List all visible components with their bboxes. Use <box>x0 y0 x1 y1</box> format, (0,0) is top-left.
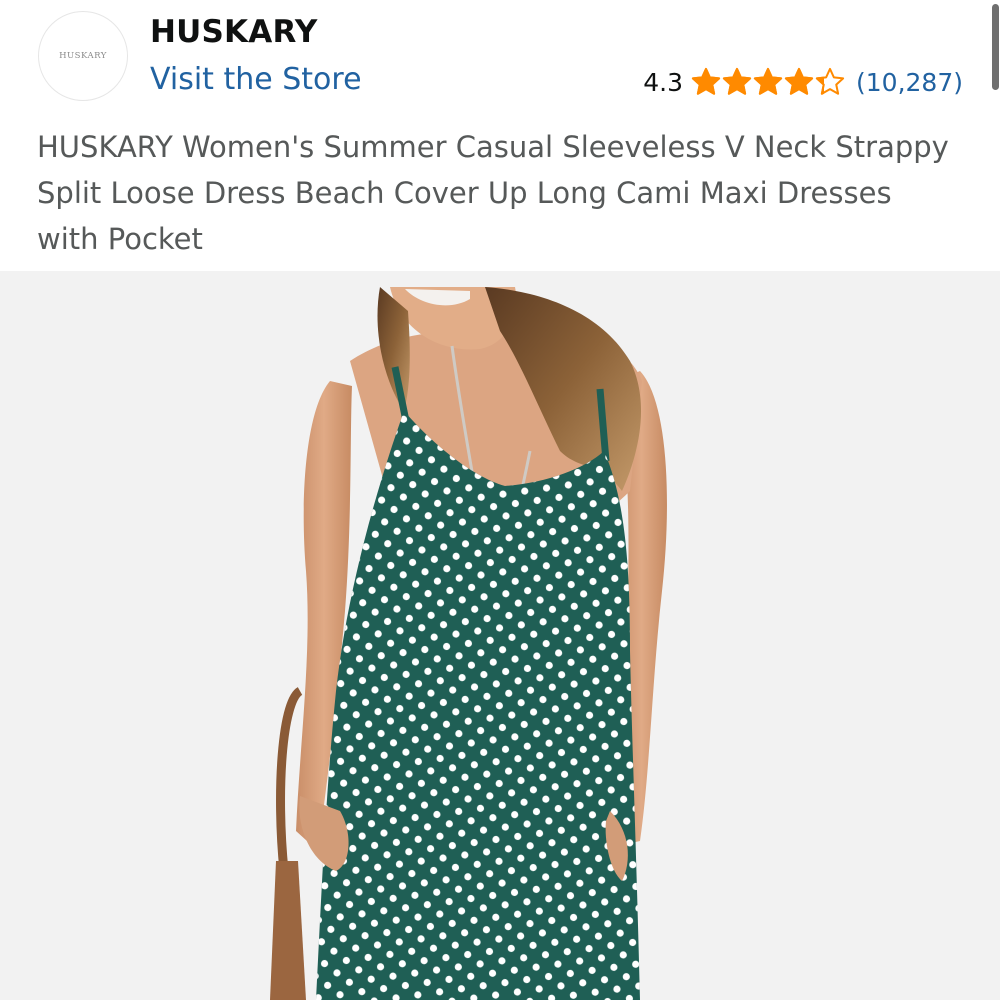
star-full-icon <box>784 67 814 95</box>
brand-name[interactable]: HUSKARY <box>150 14 317 50</box>
star-full-icon <box>722 67 752 95</box>
rating-summary[interactable]: 4.3 (10,287) <box>643 64 963 100</box>
visit-store-link[interactable]: Visit the Store <box>150 62 362 97</box>
rating-value: 4.3 <box>643 67 684 97</box>
product-page: HUSKARY HUSKARY Visit the Store 4.3 (10,… <box>0 0 1000 1000</box>
bag-strap <box>276 687 303 872</box>
brand-logo-text: HUSKARY <box>59 51 107 61</box>
product-photo <box>270 287 667 1000</box>
star-full-icon <box>691 67 721 95</box>
star-rating[interactable] <box>691 67 846 97</box>
scrollbar-thumb[interactable] <box>992 4 999 90</box>
bag <box>270 861 306 1000</box>
product-image[interactable] <box>0 271 1000 1000</box>
star-half-icon <box>815 67 845 95</box>
product-title: HUSKARY Women's Summer Casual Sleeveless… <box>37 130 949 256</box>
scrollbar[interactable] <box>990 0 1000 92</box>
brand-logo[interactable]: HUSKARY <box>38 11 128 101</box>
star-full-icon <box>753 67 783 95</box>
review-count-link[interactable]: (10,287) <box>856 68 963 97</box>
dress-polka-dots <box>316 411 640 1000</box>
